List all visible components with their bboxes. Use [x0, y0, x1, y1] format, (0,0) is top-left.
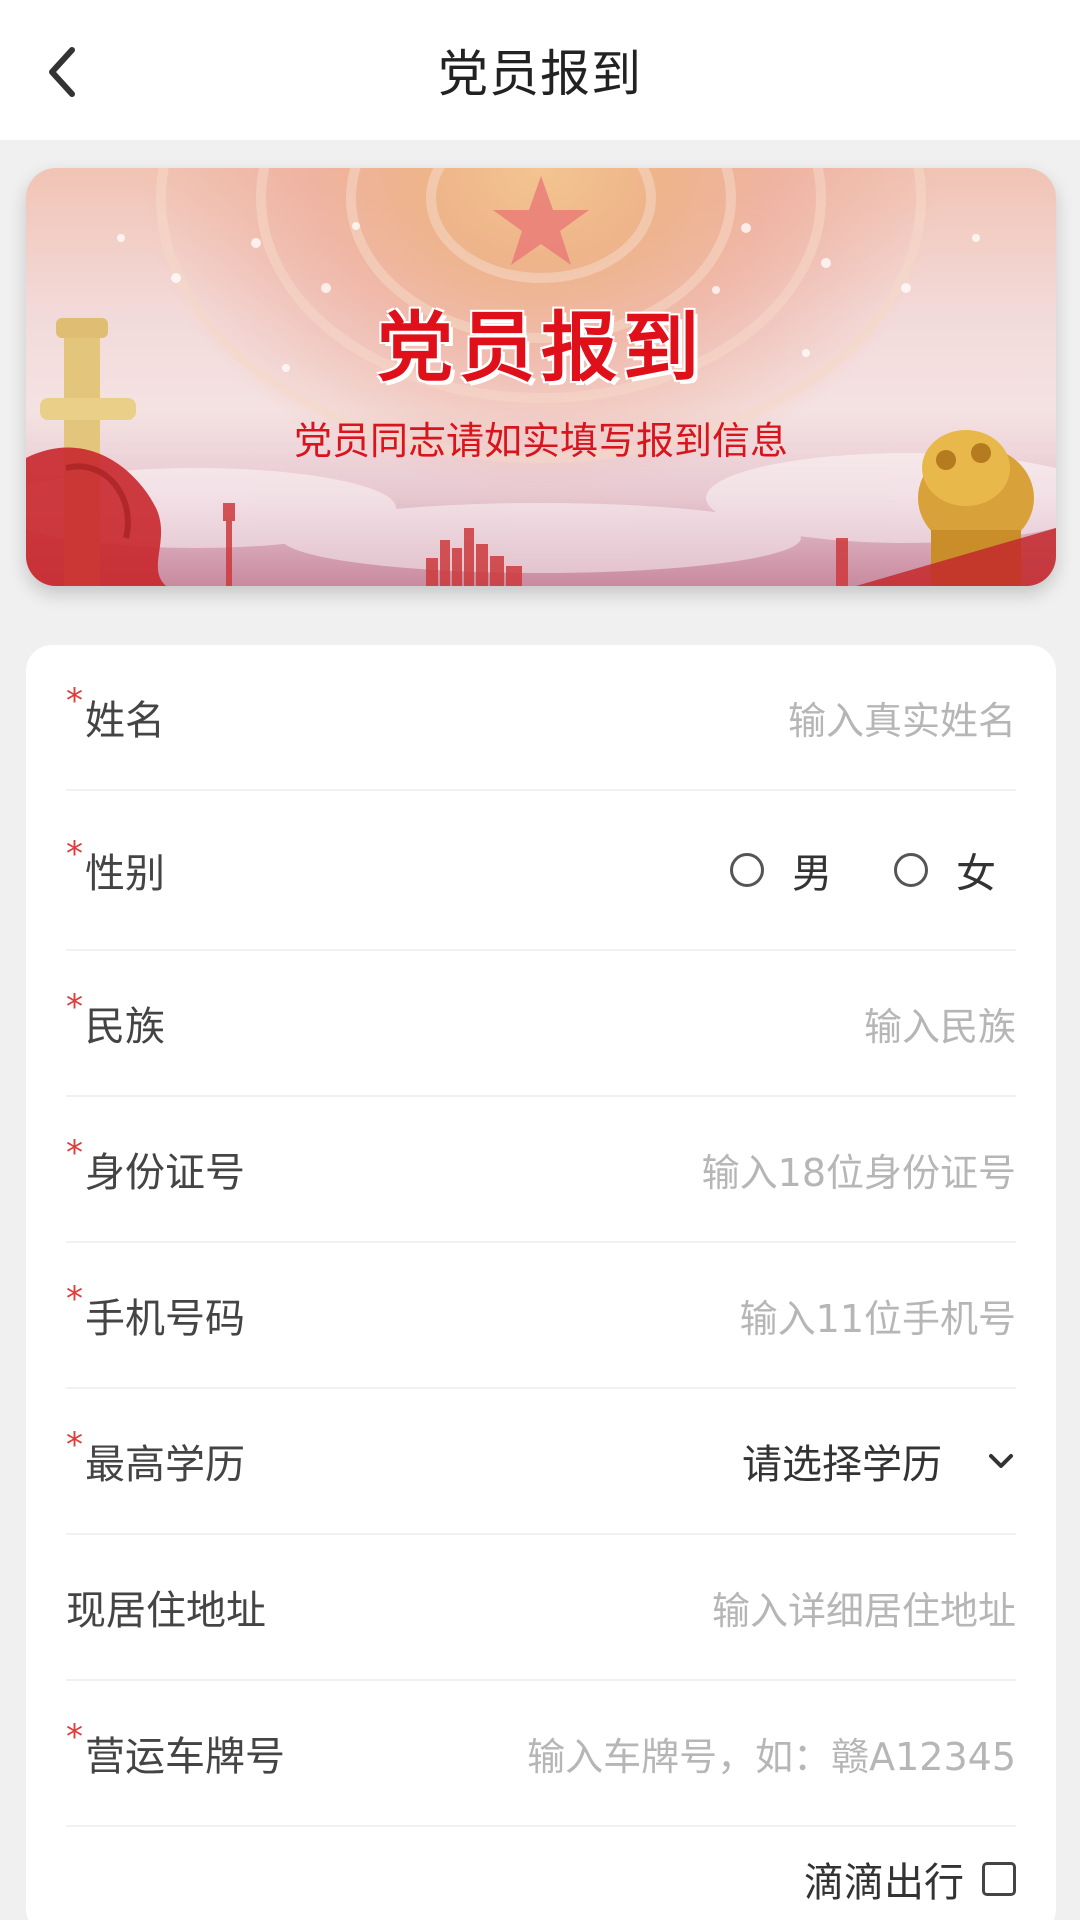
name-input[interactable]: 输入真实姓名 — [788, 690, 1016, 745]
gender-option-male[interactable]: 男 — [730, 841, 832, 899]
banner: 党员报到 党员同志请如实填写报到信息 — [26, 168, 1056, 586]
ethnicity-label: * 民族 — [66, 987, 165, 1050]
gender-option-female[interactable]: 女 — [894, 841, 996, 899]
form-row-name: * 姓名 输入真实姓名 — [66, 645, 1016, 791]
ethnicity-input[interactable]: 输入民族 — [864, 996, 1016, 1051]
radio-icon — [730, 853, 764, 887]
required-mark: * — [66, 987, 83, 1027]
education-label: * 最高学历 — [66, 1425, 245, 1488]
required-mark: * — [66, 1425, 83, 1465]
phone-label: * 手机号码 — [66, 1279, 245, 1342]
checkbox-icon[interactable] — [982, 1862, 1016, 1896]
form-row-address: 现居住地址 输入详细居住地址 — [66, 1535, 1016, 1681]
platform-option-didi[interactable]: 滴滴出行 — [804, 1850, 1016, 1908]
form-row-plate: * 营运车牌号 输入车牌号，如：赣A12345 — [66, 1681, 1016, 1827]
form-row-ethnicity: * 民族 输入民族 — [66, 951, 1016, 1097]
banner-title: 党员报到 — [377, 303, 705, 392]
gender-radio-group: 男 女 — [668, 841, 996, 899]
required-mark: * — [66, 834, 83, 874]
chevron-down-icon — [986, 1446, 1016, 1476]
phone-input[interactable]: 输入11位手机号 — [740, 1288, 1016, 1343]
plate-input[interactable]: 输入车牌号，如：赣A12345 — [527, 1726, 1016, 1781]
form-row-id-number: * 身份证号 输入18位身份证号 — [66, 1097, 1016, 1243]
form-row-gender: * 性别 男 女 — [66, 791, 1016, 951]
form-row-phone: * 手机号码 输入11位手机号 — [66, 1243, 1016, 1389]
required-mark: * — [66, 1717, 83, 1757]
address-label: 现居住地址 — [66, 1588, 266, 1634]
gender-label: * 性别 — [66, 834, 165, 897]
plate-label: * 营运车牌号 — [66, 1717, 285, 1780]
education-select[interactable]: 请选择学历 — [742, 1432, 1016, 1490]
required-mark: * — [66, 681, 83, 721]
radio-icon — [894, 853, 928, 887]
page-title: 党员报到 — [438, 45, 642, 103]
id-number-input[interactable]: 输入18位身份证号 — [702, 1142, 1016, 1197]
back-button[interactable] — [22, 32, 102, 112]
banner-subtitle: 党员同志请如实填写报到信息 — [293, 419, 788, 463]
registration-form: * 姓名 输入真实姓名 * 性别 男 女 * 民族 输入民族 * 身份证号 输入… — [26, 645, 1056, 1920]
address-input[interactable]: 输入详细居住地址 — [712, 1580, 1016, 1635]
id-number-label: * 身份证号 — [66, 1133, 245, 1196]
name-label: * 姓名 — [66, 681, 165, 744]
required-mark: * — [66, 1133, 83, 1173]
platform-label: 滴滴出行 — [804, 1860, 964, 1906]
form-row-education: * 最高学历 请选择学历 — [66, 1389, 1016, 1535]
top-bar: 党员报到 — [0, 0, 1080, 140]
required-mark: * — [66, 1279, 83, 1319]
chevron-left-icon — [49, 47, 75, 97]
